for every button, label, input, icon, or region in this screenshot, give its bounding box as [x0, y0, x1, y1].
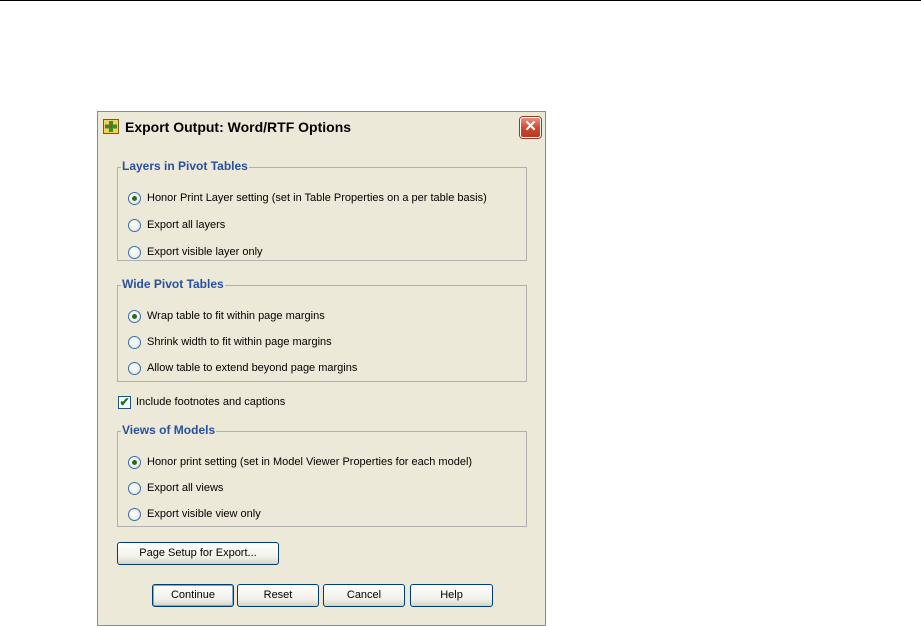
footnotes-checkbox[interactable]: ✔	[118, 396, 131, 409]
reset-button[interactable]: Reset	[237, 584, 319, 607]
radio-label: Honor print setting (set in Model Viewer…	[147, 456, 473, 468]
radio-label: Honor Print Layer setting (set in Table …	[147, 192, 487, 204]
radio-label: Shrink width to fit within page margins	[147, 336, 332, 348]
radio-label: Export all views	[147, 482, 224, 494]
cancel-button[interactable]: Cancel	[323, 584, 405, 607]
layers-group-title: Layers in Pivot Tables	[121, 159, 249, 173]
radio-label: Export visible layer only	[147, 246, 263, 258]
page-setup-button[interactable]: Page Setup for Export...	[117, 542, 279, 565]
page-top-rule	[0, 0, 921, 1]
radio-label: Allow table to extend beyond page margin…	[147, 362, 358, 374]
radio-button[interactable]	[128, 336, 141, 349]
radio-button[interactable]	[128, 482, 141, 495]
radio-label: Export all layers	[147, 219, 226, 231]
wide-group: Wide Pivot Tables Wrap table to fit with…	[117, 277, 527, 382]
continue-button[interactable]: Continue	[152, 584, 234, 607]
footnotes-label: Include footnotes and captions	[136, 396, 286, 408]
views-group: Views of Models Honor print setting (set…	[117, 423, 527, 527]
radio-button[interactable]	[128, 362, 141, 375]
dialog-title: Export Output: Word/RTF Options	[125, 119, 352, 135]
radio-button-selected[interactable]	[128, 192, 141, 205]
wide-group-title: Wide Pivot Tables	[121, 277, 225, 291]
radio-button[interactable]	[128, 219, 141, 232]
dialog-titlebar[interactable]: Export Output: Word/RTF Options ✕	[98, 112, 545, 140]
spss-app-icon	[103, 119, 119, 134]
radio-label: Wrap table to fit within page margins	[147, 310, 325, 322]
views-group-title: Views of Models	[121, 423, 217, 437]
radio-button[interactable]	[128, 246, 141, 259]
help-button[interactable]: Help	[410, 584, 493, 607]
close-button[interactable]: ✕	[520, 117, 541, 138]
export-word-rtf-options-dialog: Export Output: Word/RTF Options ✕ Layers…	[97, 111, 546, 626]
layers-group: Layers in Pivot Tables Honor Print Layer…	[117, 159, 527, 261]
radio-button-selected[interactable]	[128, 310, 141, 323]
radio-label: Export visible view only	[147, 508, 261, 520]
radio-button-selected[interactable]	[128, 456, 141, 469]
checkmark-icon: ✔	[119, 395, 130, 409]
close-icon: ✕	[524, 118, 537, 135]
radio-button[interactable]	[128, 508, 141, 521]
